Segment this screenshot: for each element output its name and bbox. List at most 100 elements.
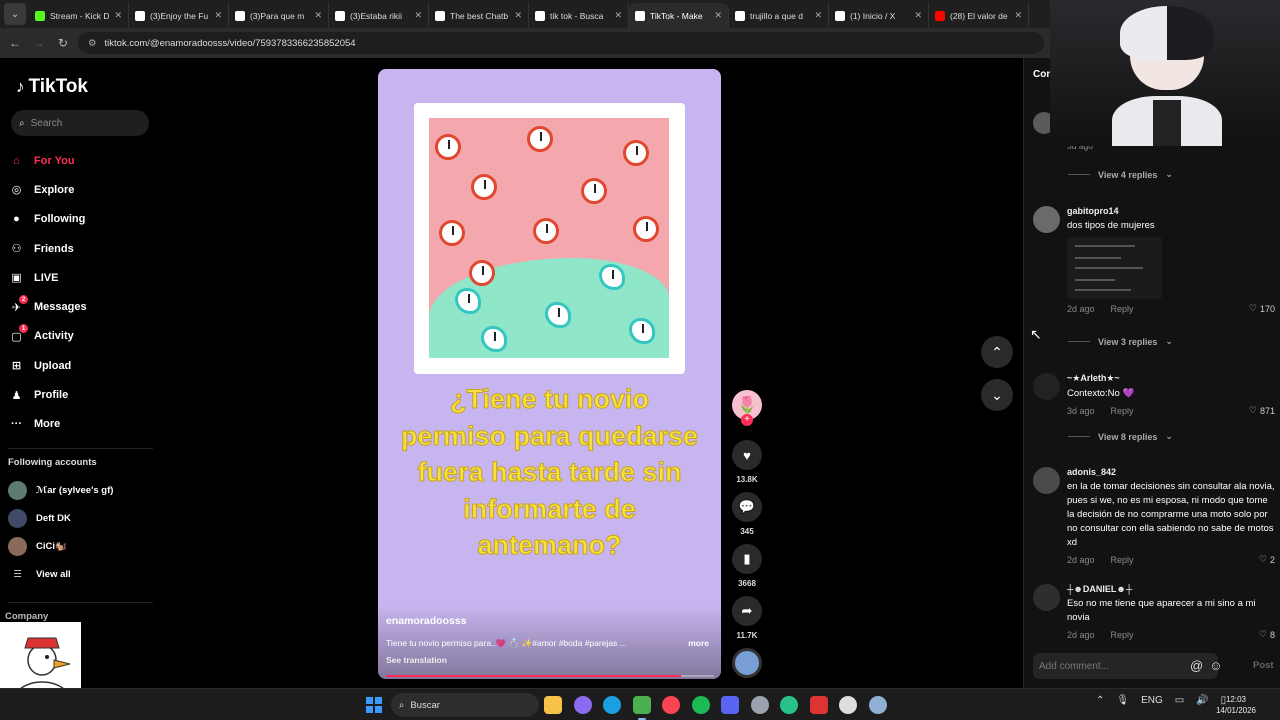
sidebar-item-messages[interactable]: ✈ 2 Messages	[0, 292, 160, 321]
view-replies-button[interactable]: View 8 replies ⌄	[1068, 431, 1173, 442]
sidebar-item-for-you[interactable]: ⌂ For You	[0, 146, 160, 175]
reply-button[interactable]: Reply	[1111, 406, 1134, 416]
close-icon[interactable]: ✕	[314, 10, 322, 21]
share-action[interactable]: ➦ 11.7K	[731, 596, 763, 640]
volume-icon[interactable]: 🔊	[1196, 695, 1208, 706]
valorant-app-icon[interactable]	[662, 696, 680, 714]
discord-app-icon[interactable]	[721, 696, 739, 714]
sidebar-item-activity[interactable]: ▢ 1 Activity	[0, 322, 160, 351]
next-video-button[interactable]: ⌄	[981, 379, 1013, 411]
post-button[interactable]: Post	[1253, 660, 1274, 671]
gpt-app-icon[interactable]	[780, 696, 798, 714]
video-author[interactable]: enamoradoosss	[386, 615, 467, 627]
site-info-icon[interactable]: ⚙	[88, 38, 97, 49]
comment-action[interactable]: 💬 345	[731, 492, 763, 536]
close-icon[interactable]: ✕	[214, 10, 222, 21]
reply-button[interactable]: Reply	[1111, 630, 1134, 640]
tiktok-logo[interactable]: ♪ TikTok	[16, 76, 88, 98]
comment-username[interactable]: ┼☻DANIEL☻┼	[1067, 584, 1275, 594]
browser-tab[interactable]: (3)Estaba rikii ✕	[329, 3, 429, 28]
reload-icon[interactable]: ↻	[54, 34, 72, 52]
network-icon[interactable]: ▭	[1175, 695, 1184, 706]
taskbar-search[interactable]: ⌕ Buscar	[391, 693, 539, 717]
comment-like-button[interactable]: ♡ 2	[1259, 554, 1275, 565]
comment-username[interactable]: gabitopro14	[1067, 206, 1275, 216]
files-app-icon[interactable]	[544, 696, 562, 714]
taskbar-clock[interactable]: 12:03 14/01/2026	[1208, 694, 1264, 716]
settings-app-icon[interactable]	[868, 696, 887, 714]
comment-username[interactable]: ~★Arleth★~	[1067, 373, 1275, 384]
sidebar-item-profile[interactable]: ♟ Profile	[0, 380, 160, 409]
comment-icon[interactable]: 💬	[732, 492, 762, 522]
comment-avatar[interactable]	[1033, 467, 1060, 494]
browser-tab[interactable]: tik tok - Busca ✕	[529, 3, 629, 28]
view-replies-button[interactable]: View 4 replies ⌄	[1068, 169, 1173, 180]
comment-avatar[interactable]	[1033, 584, 1060, 611]
close-icon[interactable]: ✕	[114, 10, 122, 21]
language-indicator[interactable]: ENG	[1141, 695, 1163, 706]
close-icon[interactable]: ✕	[914, 10, 922, 21]
browser-tab[interactable]: (1) Inicio / X ✕	[829, 3, 929, 28]
heart-icon[interactable]: ♥	[732, 440, 762, 470]
comment-like-button[interactable]: ♡ 170	[1249, 303, 1275, 314]
copilot-app-icon[interactable]	[573, 696, 592, 714]
sidebar-item-following[interactable]: ● Following	[0, 205, 160, 234]
obs-app-icon[interactable]	[809, 696, 828, 714]
search-input[interactable]: ⌕ Search	[11, 110, 149, 136]
browser-tab[interactable]: (3)Para que m ✕	[229, 3, 329, 28]
emoji-icon[interactable]: ☺	[1209, 658, 1222, 673]
comment-avatar[interactable]	[1033, 206, 1060, 233]
view-replies-button[interactable]: View 3 replies ⌄	[1068, 336, 1173, 347]
browser-tab[interactable]: TikTok - Make ✕	[629, 3, 729, 28]
share-icon[interactable]: ➦	[732, 596, 762, 626]
edge-app-icon[interactable]	[603, 696, 621, 714]
comment-like-button[interactable]: ♡ 8	[1259, 629, 1275, 640]
comment-like-button[interactable]: ♡ 871	[1249, 405, 1275, 416]
bookmark-icon[interactable]: ▮	[732, 544, 762, 574]
comment-username[interactable]: adonis_842	[1067, 467, 1275, 477]
comment-screenshot-image[interactable]	[1067, 237, 1162, 299]
following-account-item[interactable]: CiCi🐿️	[0, 532, 160, 560]
more-link[interactable]: more	[688, 638, 709, 648]
address-bar[interactable]: ⚙ tiktok.com/@enamoradoosss/video/759378…	[78, 32, 1044, 54]
follow-plus-icon[interactable]: +	[741, 414, 753, 426]
see-translation-link[interactable]: See translation	[386, 655, 447, 665]
browser-tab[interactable]: Stream - Kick D ✕	[29, 3, 129, 28]
sidebar-item-friends[interactable]: ⚇ Friends	[0, 234, 160, 263]
tab-search-button[interactable]: ⌄	[4, 3, 26, 25]
sidebar-item-more[interactable]: ··· More	[0, 410, 160, 439]
close-icon[interactable]: ✕	[714, 10, 722, 21]
close-icon[interactable]: ✕	[514, 10, 522, 21]
chrome-app-icon[interactable]	[632, 696, 651, 720]
back-icon[interactable]: ←	[6, 34, 24, 52]
comment-avatar[interactable]	[1033, 373, 1060, 400]
sidebar-item-upload[interactable]: ⊞ Upload	[0, 351, 160, 380]
spotify-app-icon[interactable]	[691, 696, 710, 714]
media-app-icon[interactable]	[839, 696, 857, 714]
windows-start-icon[interactable]	[366, 697, 382, 713]
mention-icon[interactable]: @	[1190, 658, 1203, 673]
close-icon[interactable]: ✕	[414, 10, 422, 21]
steam-app-icon[interactable]	[750, 696, 769, 714]
previous-video-button[interactable]: ⌃	[981, 336, 1013, 368]
save-action[interactable]: ▮ 3668	[731, 544, 763, 588]
close-icon[interactable]: ✕	[1014, 10, 1022, 21]
chevron-up-icon[interactable]: ⌃	[1096, 695, 1104, 706]
video-player[interactable]: ¿Tiene tu novio permiso para quedarse fu…	[378, 69, 721, 679]
browser-tab[interactable]: (28) El valor de ✕	[929, 3, 1029, 28]
following-account-item[interactable]: ℳar (sylvee's gf)	[0, 476, 160, 504]
close-icon[interactable]: ✕	[814, 10, 822, 21]
browser-tab[interactable]: (3)Enjoy the Fu ✕	[129, 3, 229, 28]
music-disc-icon[interactable]	[732, 648, 762, 678]
microphone-icon[interactable]: 🎙	[1116, 695, 1129, 706]
sidebar-item-explore[interactable]: ◎ Explore	[0, 175, 160, 204]
reply-button[interactable]: Reply	[1111, 304, 1134, 314]
browser-tab[interactable]: The best Chatb ✕	[429, 3, 529, 28]
close-icon[interactable]: ✕	[614, 10, 622, 21]
sidebar-item-live[interactable]: ▣ LIVE	[0, 263, 160, 292]
reply-button[interactable]: Reply	[1111, 555, 1134, 565]
like-action[interactable]: ♥ 13.8K	[731, 440, 763, 484]
following-account-item[interactable]: Deft DK	[0, 504, 160, 532]
browser-tab[interactable]: trujillo a que d ✕	[729, 3, 829, 28]
forward-icon[interactable]: →	[30, 34, 48, 52]
